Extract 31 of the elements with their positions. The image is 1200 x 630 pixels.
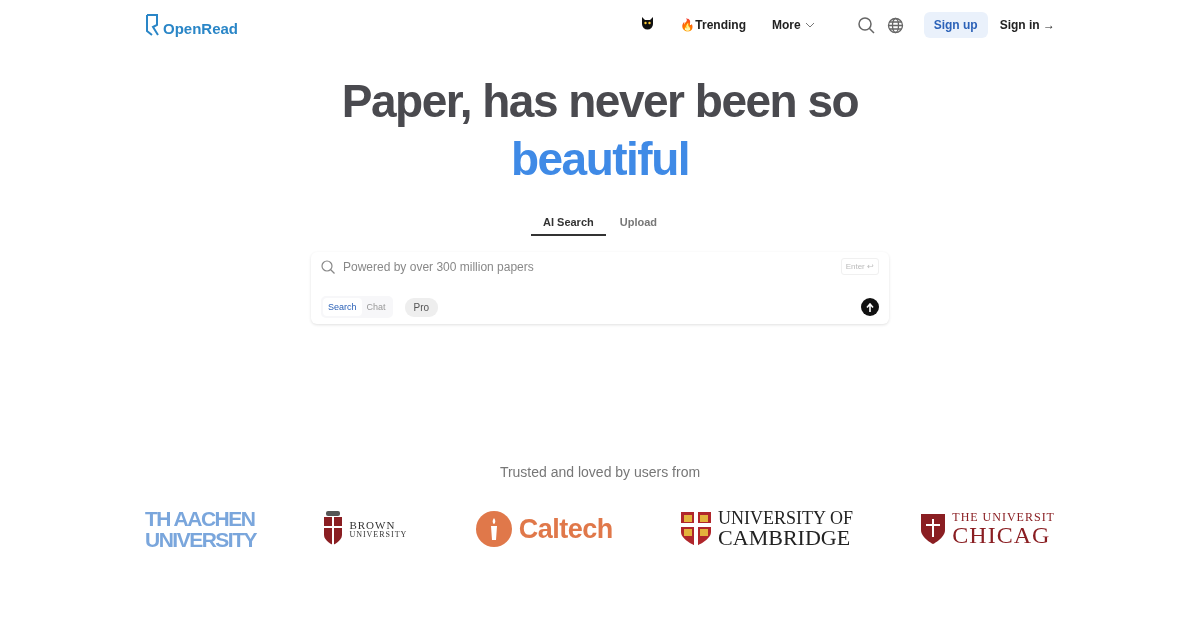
hero-title: Paper, has never been so [341, 74, 859, 129]
university-logo-text: UNIVERSITY OF CAMBRIDGE [718, 509, 853, 549]
university-logo-text: THE UNIVERSIT CHICAG [952, 511, 1055, 547]
university-logo-text: BROWN UNIVERSITY [349, 519, 408, 539]
globe-icon[interactable] [886, 16, 904, 34]
arrow-up-icon [866, 302, 874, 312]
cat-icon[interactable] [641, 16, 655, 30]
search-field[interactable]: Powered by over 300 million papers [341, 258, 835, 275]
nav-link[interactable]: 🔥Trending [680, 18, 746, 32]
sign-in-link[interactable]: Sign in → [999, 18, 1055, 32]
tab[interactable]: Upload [607, 210, 669, 236]
search-icon [321, 259, 335, 274]
brand-name: OpenRead [163, 20, 238, 37]
seal-icon [474, 510, 513, 548]
hero-highlight: beautiful [510, 132, 690, 187]
nav-menu[interactable]: More [772, 18, 815, 32]
sign-up-button[interactable]: Sign up [923, 12, 988, 38]
chevron-icon [804, 22, 815, 28]
pro-toggle[interactable]: Pro [404, 297, 439, 317]
search-icon[interactable] [857, 16, 875, 34]
shield-icon [680, 511, 713, 547]
trusted-caption: Trusted and loved by users from [499, 464, 701, 480]
university-logo-text: TH AACHEN UNIVERSITY [145, 508, 257, 550]
university-logo-text: Caltech [518, 515, 613, 543]
submit-button[interactable] [861, 298, 879, 316]
logo-icon [145, 13, 161, 37]
enter-hint: Enter ↩ [840, 258, 879, 275]
tab[interactable]: AI Search [531, 210, 606, 236]
shield-icon [920, 513, 947, 545]
shield-icon [323, 511, 344, 547]
mode-option[interactable]: Search [323, 298, 362, 316]
